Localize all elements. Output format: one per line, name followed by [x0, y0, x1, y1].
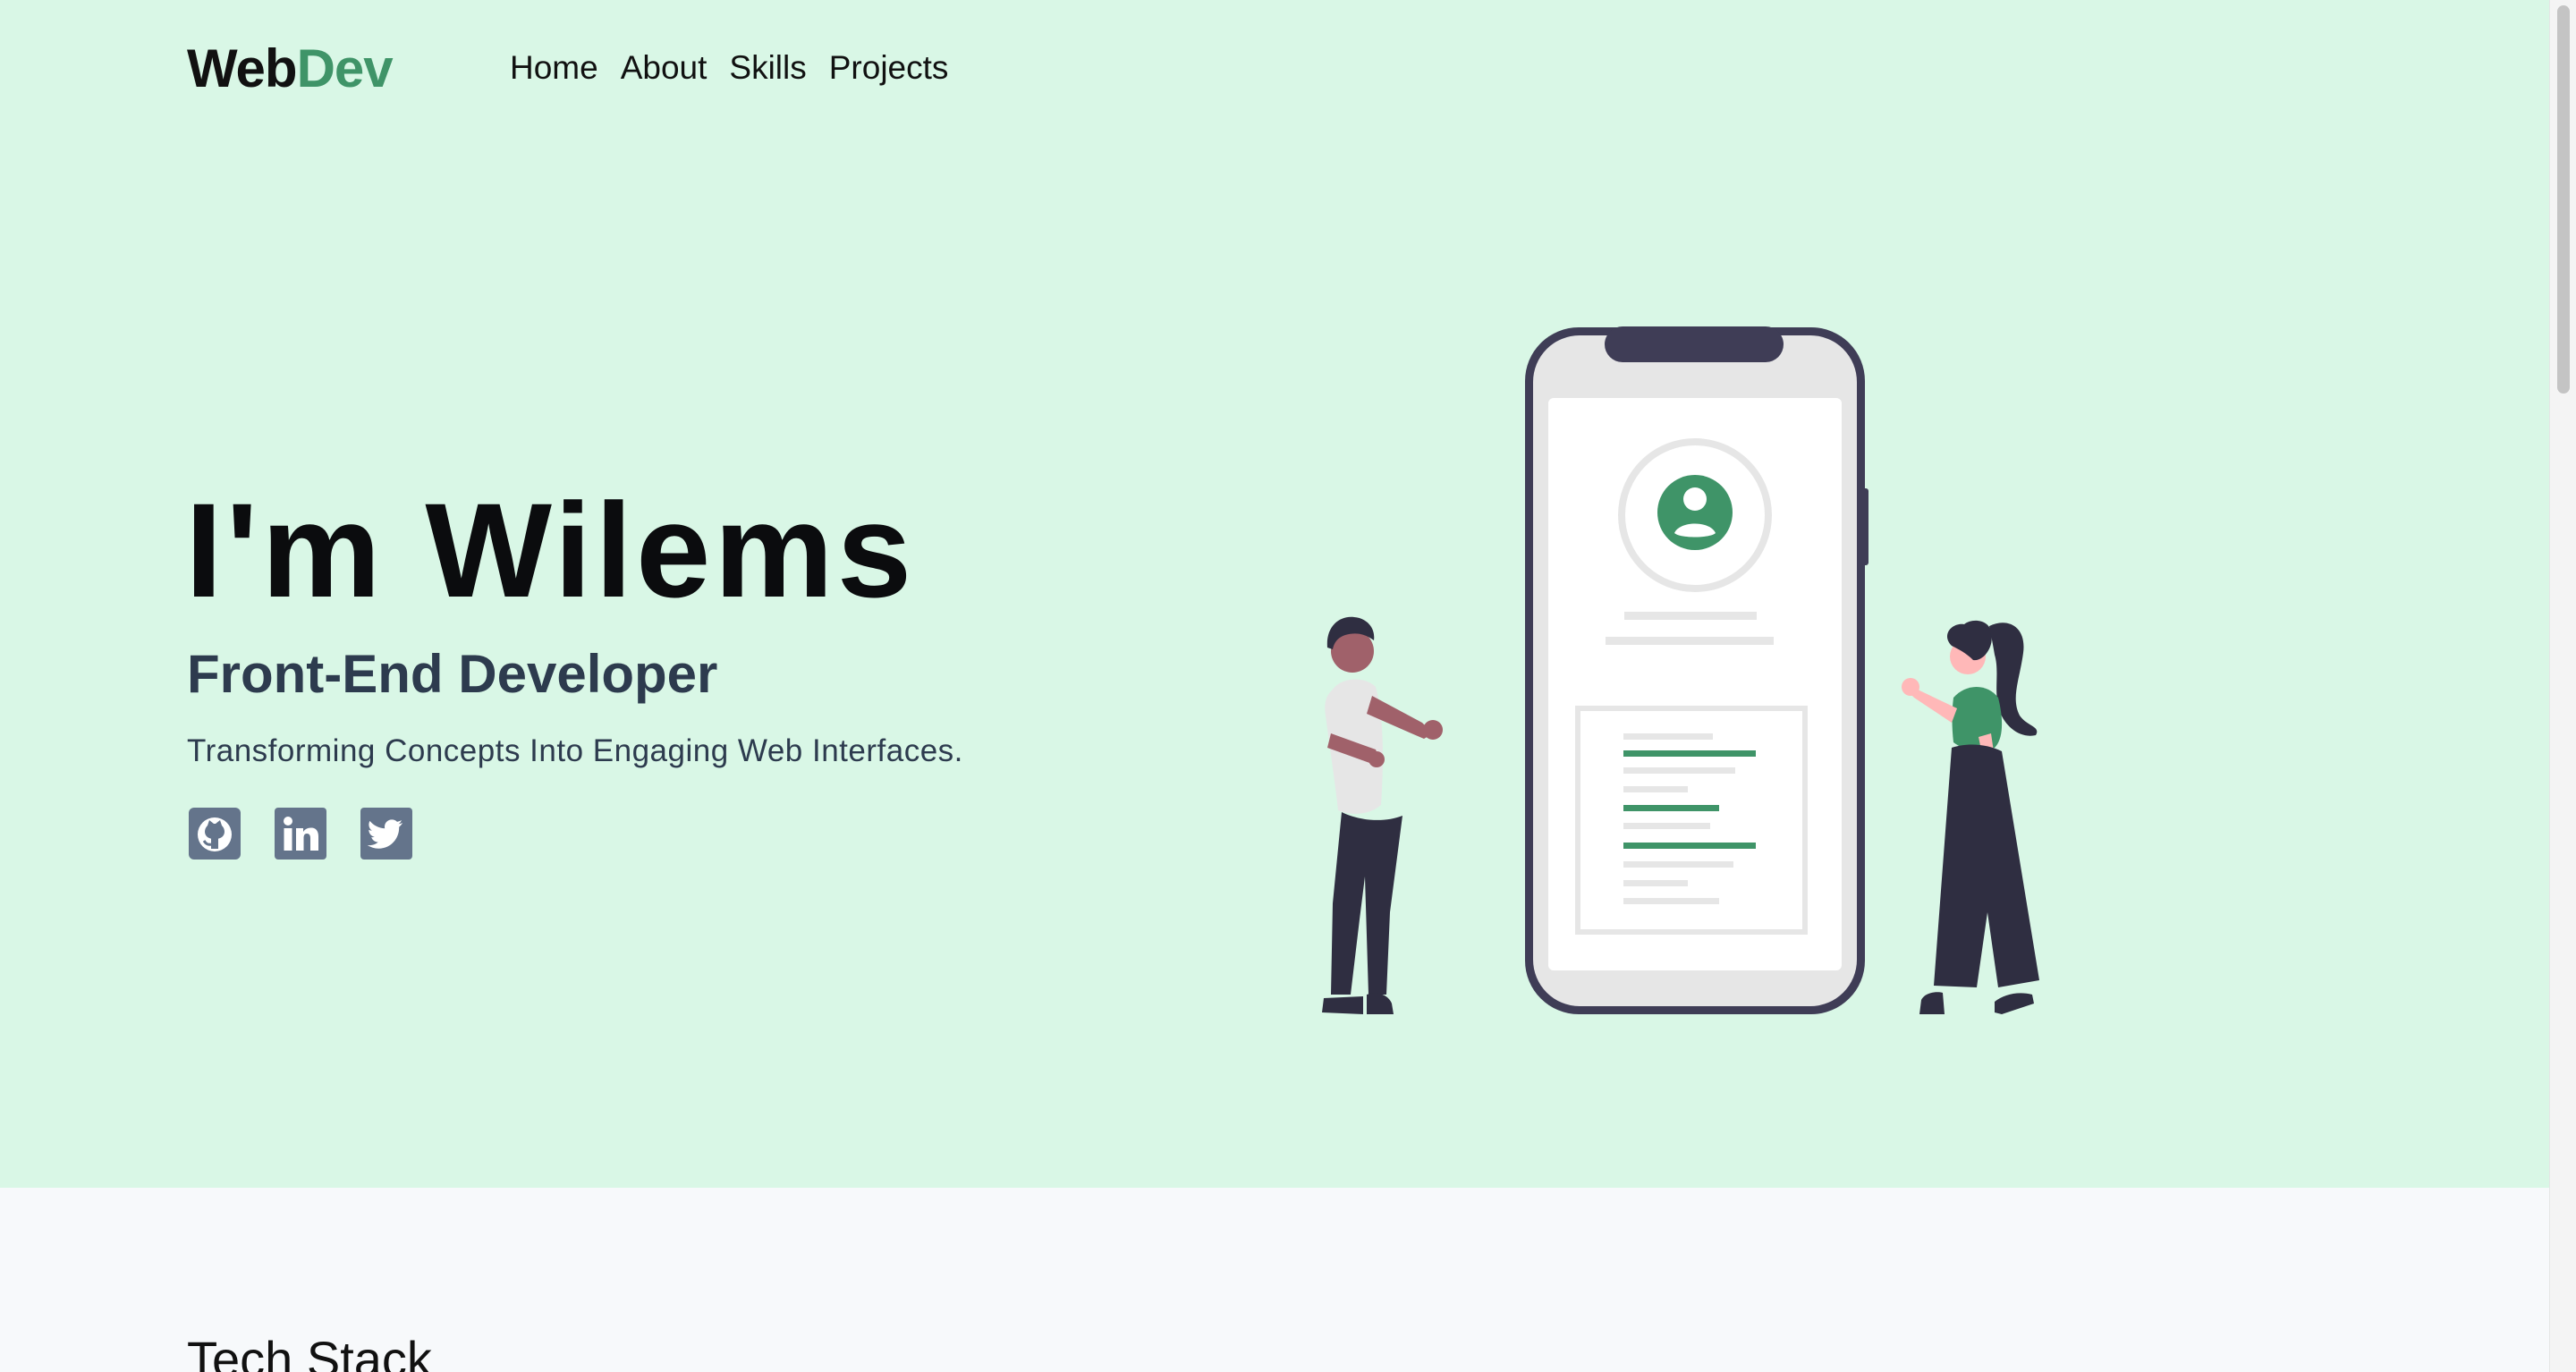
hero-tagline: Transforming Concepts Into Engaging Web …	[187, 733, 963, 768]
woman-illustration	[1902, 620, 2039, 1014]
github-icon[interactable]	[189, 808, 241, 860]
social-links	[189, 808, 412, 860]
phone-illustration	[1525, 326, 1868, 1014]
page: WebDev Home About Skills Projects I'm Wi…	[0, 0, 2576, 1372]
hero-section: WebDev Home About Skills Projects I'm Wi…	[0, 0, 2549, 1188]
linkedin-icon[interactable]	[275, 808, 326, 860]
scrollbar[interactable]	[2549, 0, 2576, 1372]
nav-link-about[interactable]: About	[621, 45, 708, 91]
nav-link-home[interactable]: Home	[510, 45, 598, 91]
hero-title: I'm Wilems	[185, 475, 916, 625]
scrollbar-thumb[interactable]	[2557, 5, 2570, 394]
main-nav: Home About Skills Projects	[510, 45, 970, 91]
twitter-icon[interactable]	[360, 808, 412, 860]
logo[interactable]: WebDev	[187, 38, 394, 100]
tech-stack-heading: Tech Stack	[187, 1331, 432, 1372]
hero-illustration	[1322, 326, 2039, 1014]
logo-dev-text: Dev	[296, 38, 394, 98]
nav-link-skills[interactable]: Skills	[729, 45, 806, 91]
logo-web-text: Web	[187, 38, 298, 98]
nav-link-projects[interactable]: Projects	[829, 45, 949, 91]
man-illustration	[1322, 616, 1443, 1014]
hero-role: Front-End Developer	[187, 644, 718, 704]
